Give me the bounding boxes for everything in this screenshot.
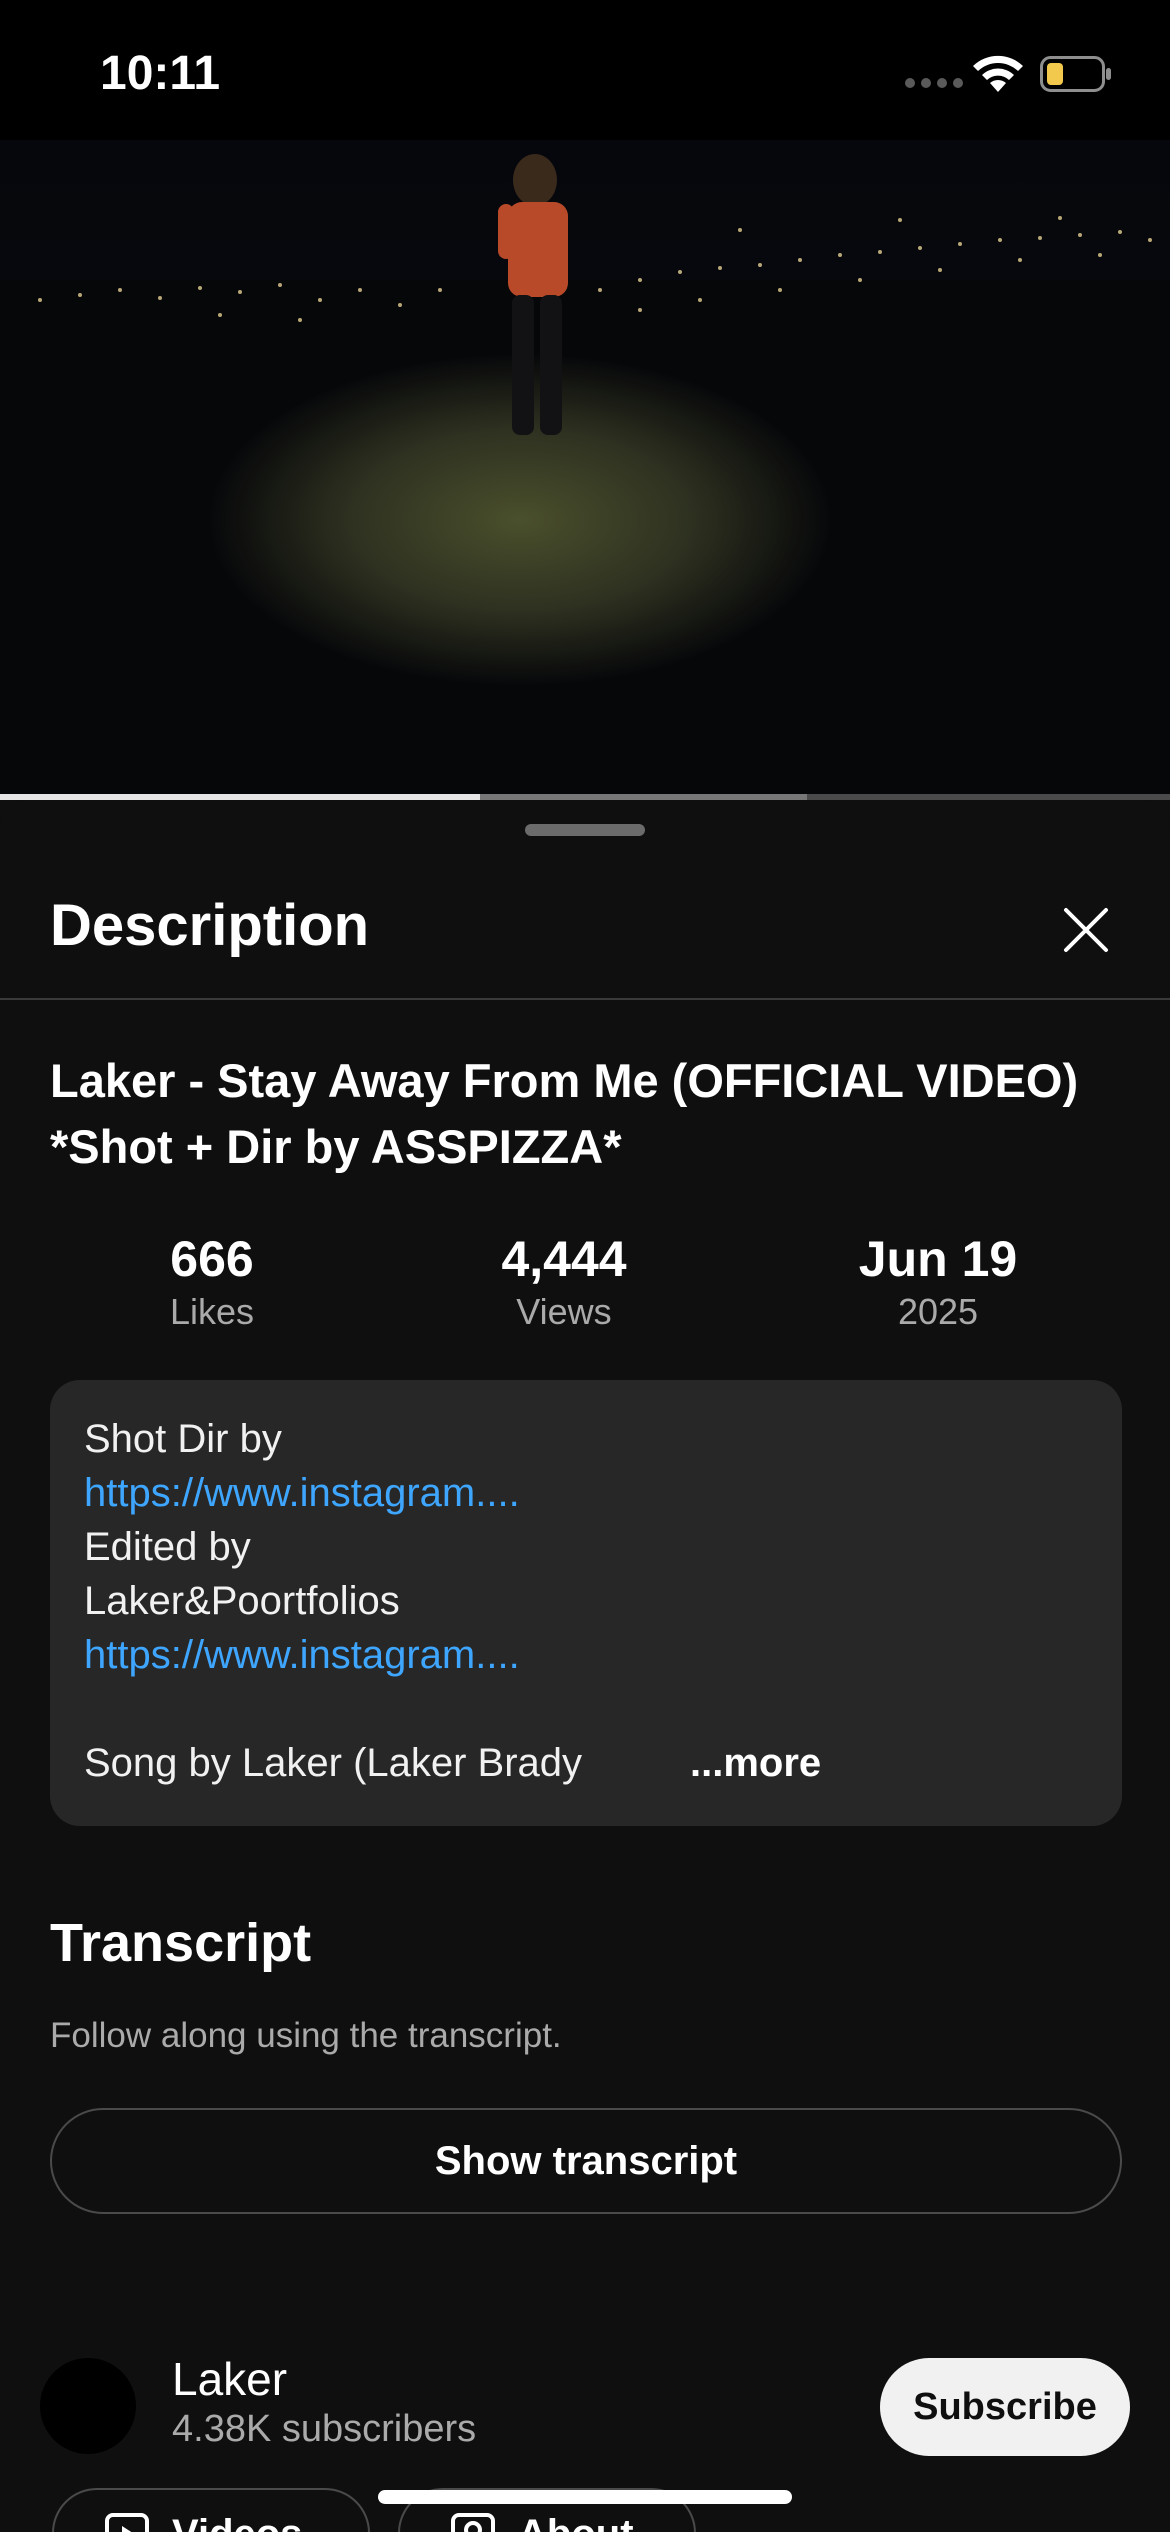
close-icon[interactable] [1056,900,1116,960]
drag-handle[interactable] [525,824,645,836]
description-last-line: Song by Laker (Laker Brady ...more [84,1736,1088,1790]
signal-icon [905,78,963,88]
description-panel: Description Laker - Stay Away From Me (O… [0,800,1170,2532]
videos-chip[interactable]: Videos [52,2488,370,2532]
status-bar: 10:11 [0,0,1170,140]
transcript-subtitle: Follow along using the transcript. [50,2016,562,2055]
battery-low-icon [1040,56,1111,92]
home-indicator[interactable] [378,2490,792,2504]
description-blank-line [84,1682,1088,1736]
stat-value: 666 [170,1231,254,1287]
description-truncated-text: Song by Laker (Laker Brady [84,1741,583,1785]
stat-label: 2025 [897,1291,979,1332]
divider [0,998,1170,1000]
video-player[interactable] [0,140,1170,800]
description-line: Laker&Poortfolios [84,1579,400,1623]
status-time: 10:11 [100,47,221,100]
chip-label: About [518,2512,634,2532]
stat-value: Jun 19 [858,1231,1018,1287]
stat-likes: 666 Likes [62,1230,362,1336]
description-box[interactable]: Shot Dir by https://www.instagram.... Ed… [50,1380,1122,1826]
avatar[interactable] [40,2358,136,2454]
description-link[interactable]: https://www.instagram.... [84,1628,1088,1682]
description-line: Shot Dir by [84,1417,282,1461]
description-line: Edited by [84,1525,251,1569]
stat-label: Views [516,1291,612,1332]
description-link[interactable]: https://www.instagram.... [84,1466,1088,1520]
person-icon [451,2513,495,2532]
video-icon [105,2513,149,2532]
stat-value: 4,444 [501,1231,627,1287]
stat-date: Jun 19 2025 [788,1230,1088,1336]
transcript-title: Transcript [50,1913,312,1973]
video-frame [0,140,1170,800]
chip-label: Videos [172,2512,302,2532]
channel-name[interactable]: Laker [172,2352,287,2406]
panel-title: Description [50,893,370,958]
subscribe-button[interactable]: Subscribe [880,2358,1130,2456]
show-transcript-button[interactable]: Show transcript [50,2108,1122,2214]
more-button[interactable]: ...more [593,1736,822,1790]
stat-label: Likes [169,1291,255,1332]
channel-subscribers: 4.38K subscribers [172,2408,477,2450]
wifi-icon [973,55,1023,92]
video-stats: 666 Likes 4,444 Views Jun 19 2025 [0,1230,1170,1340]
stat-views: 4,444 Views [414,1230,714,1336]
video-title: Laker - Stay Away From Me (OFFICIAL VIDE… [50,1054,1079,1173]
